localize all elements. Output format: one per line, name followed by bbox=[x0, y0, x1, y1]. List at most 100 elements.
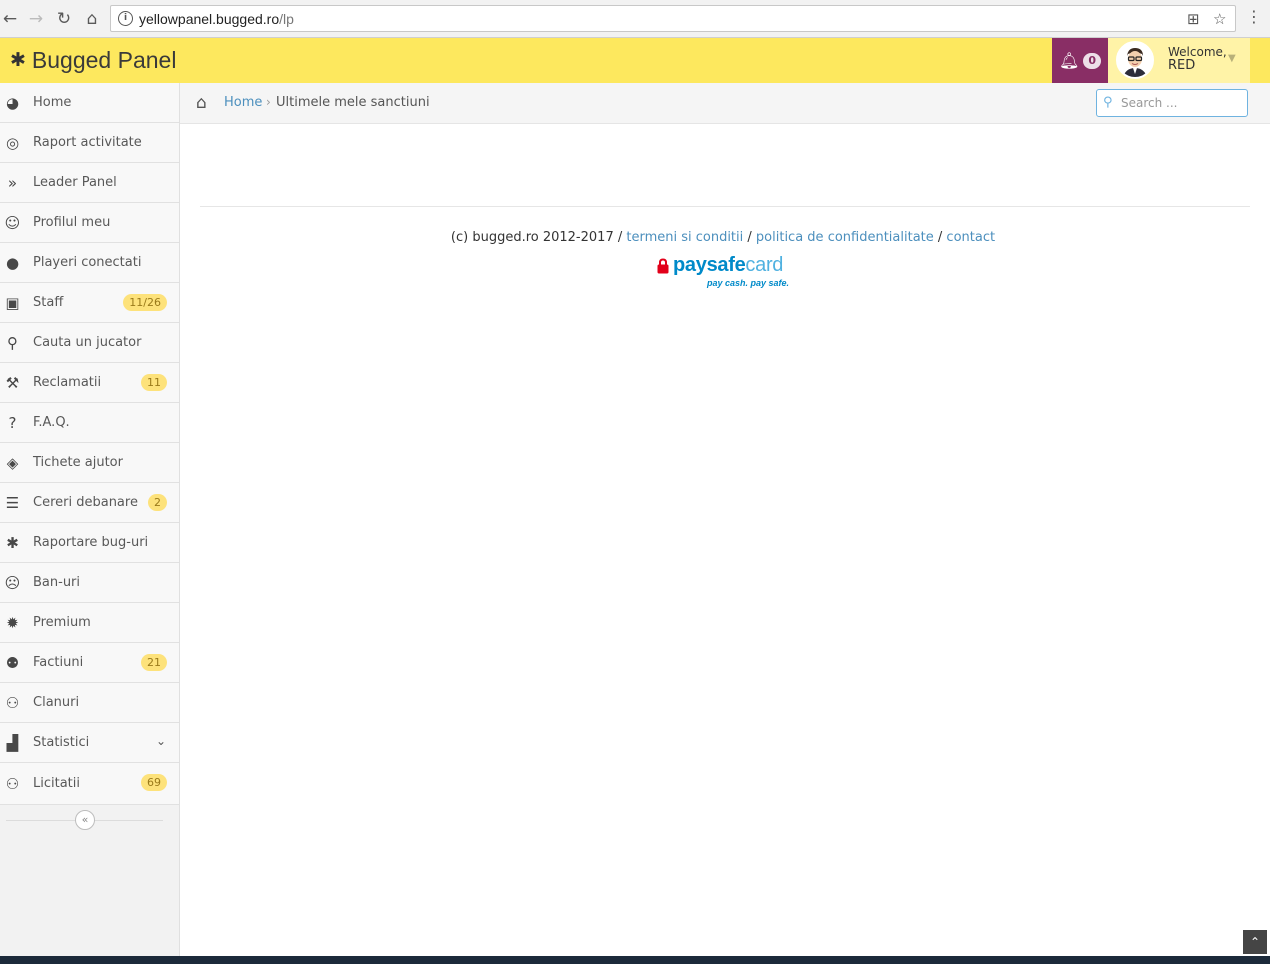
sidebar-item-label: Cereri debanare bbox=[33, 495, 138, 510]
breadcrumb-separator: › bbox=[266, 95, 271, 109]
count-badge: 2 bbox=[148, 494, 167, 511]
paysafecard-logo[interactable]: paysafecard pay cash. pay safe. bbox=[656, 254, 796, 294]
sidebar-item-tichete-ajutor[interactable]: ◈ Tichete ajutor bbox=[0, 443, 179, 483]
address-url[interactable]: yellowpanel.bugged.ro/lp bbox=[139, 11, 294, 27]
browser-home-icon[interactable]: ⌂ bbox=[82, 9, 102, 29]
sidebar-item-label: Factiuni bbox=[33, 655, 84, 670]
notifications-count: 0 bbox=[1083, 52, 1101, 69]
question-icon: ? bbox=[8, 413, 17, 432]
target-icon: ◎ bbox=[5, 133, 20, 152]
forward-arrow-icon[interactable]: → bbox=[26, 9, 46, 29]
certificate-icon: ✹ bbox=[6, 613, 19, 632]
sidebar-item-raport-activitate[interactable]: ◎ Raport activitate bbox=[0, 123, 179, 163]
sidebar-item-factiuni[interactable]: ⚉ Factiuni 21 bbox=[0, 643, 179, 683]
notifications-button[interactable]: 🔔︎ 0 bbox=[1052, 38, 1108, 83]
count-badge: 11/26 bbox=[123, 294, 167, 311]
footer: (c) bugged.ro 2012-2017 / termeni si con… bbox=[200, 230, 1246, 245]
user-icon: ● bbox=[5, 253, 20, 272]
count-badge: 21 bbox=[141, 654, 167, 671]
count-badge: 69 bbox=[141, 774, 167, 791]
sidebar-item-raportare-bug-uri[interactable]: ✱ Raportare bug-uri bbox=[0, 523, 179, 563]
browser-menu-icon[interactable]: ⋮ bbox=[1246, 7, 1262, 26]
tasks-icon: ☰ bbox=[5, 493, 20, 512]
brand[interactable]: ✱ Bugged Panel bbox=[10, 46, 176, 74]
browser-toolbar: ← → ↻ ⌂ i yellowpanel.bugged.ro/lp ⊞ ☆ ⋮ bbox=[0, 0, 1270, 38]
url-path: /lp bbox=[279, 11, 294, 27]
sidebar-item-leader-panel[interactable]: » Leader Panel bbox=[0, 163, 179, 203]
sidebar-item-f-a-q[interactable]: ? F.A.Q. bbox=[0, 403, 179, 443]
double-chevron-left-icon[interactable]: « bbox=[75, 810, 95, 830]
search-input[interactable] bbox=[1121, 94, 1241, 112]
chevron-down-icon[interactable]: ⌄ bbox=[156, 734, 166, 748]
search-box: ⚲ bbox=[1096, 89, 1248, 117]
reload-icon[interactable]: ↻ bbox=[54, 9, 74, 29]
footer-copyright: (c) bugged.ro 2012-2017 / bbox=[450, 230, 627, 245]
sidebar-item-label: Clanuri bbox=[33, 695, 80, 710]
sidebar-item-label: Statistici bbox=[33, 735, 90, 750]
sidebar-item-staff[interactable]: ▣ Staff 11/26 bbox=[0, 283, 179, 323]
address-bar[interactable]: i yellowpanel.bugged.ro/lp ⊞ ☆ bbox=[110, 5, 1236, 32]
paysafecard-tagline: pay cash. pay safe. bbox=[707, 278, 790, 288]
sidebar-item-label: Home bbox=[33, 95, 72, 110]
frown-icon: ☹ bbox=[4, 573, 21, 592]
sidebar-item-label: F.A.Q. bbox=[33, 415, 70, 430]
bookmark-star-icon[interactable]: ☆ bbox=[1213, 10, 1226, 28]
username: RED bbox=[1168, 58, 1196, 73]
back-arrow-icon[interactable]: ← bbox=[0, 9, 20, 29]
footer-sep: / bbox=[743, 230, 756, 245]
avatar bbox=[1116, 41, 1154, 79]
sidebar-item-reclamatii[interactable]: ⚒ Reclamatii 11 bbox=[0, 363, 179, 403]
app-header: ✱ Bugged Panel 🔔︎ 0 Welcome, RED ▼ bbox=[0, 38, 1270, 83]
sidebar-item-statistici[interactable]: ▟ Statistici ⌄ bbox=[0, 723, 179, 763]
signal-icon: ▟ bbox=[6, 733, 19, 752]
sidebar: ◕ Home ◎ Raport activitate » Leader Panel ☺ Pro… bbox=[0, 83, 180, 964]
sidebar-item-cereri-debanare[interactable]: ☰ Cereri debanare 2 bbox=[0, 483, 179, 523]
sidebar-menu: ◕ Home ◎ Raport activitate » Leader Panel ☺ Pro… bbox=[0, 83, 179, 805]
ticket-icon: ◈ bbox=[6, 453, 19, 472]
user-menu[interactable]: Welcome, RED ▼ bbox=[1108, 38, 1250, 83]
gavel-icon: ⚒ bbox=[5, 373, 20, 392]
sidebar-item-label: Leader Panel bbox=[33, 175, 117, 190]
privacy-link[interactable]: politica de confidentialitate bbox=[756, 230, 934, 245]
psc-safe: safe bbox=[706, 254, 746, 276]
breadcrumb-home-link[interactable]: Home bbox=[224, 95, 262, 110]
home-icon: ⌂ bbox=[196, 93, 207, 113]
sidebar-item-cauta-un-jucator[interactable]: ⚲ Cauta un jucator bbox=[0, 323, 179, 363]
sidebar-item-label: Staff bbox=[33, 295, 64, 310]
sidebar-item-label: Tichete ajutor bbox=[33, 455, 123, 470]
sidebar-item-label: Premium bbox=[33, 615, 91, 630]
sitemap-icon: ⚇ bbox=[5, 693, 20, 712]
padlock-icon bbox=[657, 258, 669, 274]
brand-name: Bugged Panel bbox=[31, 46, 177, 73]
double-chevron-right-icon: » bbox=[7, 173, 18, 192]
sidebar-item-label: Raport activitate bbox=[33, 135, 142, 150]
psc-pay: pay bbox=[673, 254, 707, 276]
footer-sep: / bbox=[933, 230, 947, 245]
sidebar-item-label: Profilul meu bbox=[33, 215, 111, 230]
site-info-icon[interactable]: i bbox=[118, 11, 133, 26]
os-taskbar bbox=[0, 956, 1270, 964]
sidebar-item-label: Licitatii bbox=[33, 776, 80, 791]
contact-link[interactable]: contact bbox=[946, 230, 995, 245]
caret-down-icon: ▼ bbox=[1228, 53, 1236, 64]
breadcrumb: ⌂ Home › Ultimele mele sanctiuni ⚲ bbox=[180, 83, 1270, 124]
sidebar-item-label: Raportare bug-uri bbox=[33, 535, 149, 550]
sidebar-collapse: « bbox=[0, 805, 179, 835]
search-icon: ⚲ bbox=[1103, 95, 1113, 110]
sitemap-icon: ⚇ bbox=[5, 774, 20, 793]
url-host: yellowpanel.bugged.ro bbox=[139, 11, 280, 27]
sidebar-item-profilul-meu[interactable]: ☺ Profilul meu bbox=[0, 203, 179, 243]
sidebar-item-playeri-conectati[interactable]: ● Playeri conectati bbox=[0, 243, 179, 283]
bug-icon: ✱ bbox=[6, 533, 19, 552]
sidebar-item-ban-uri[interactable]: ☹ Ban-uri bbox=[0, 563, 179, 603]
sidebar-item-licitatii[interactable]: ⚇ Licitatii 69 bbox=[0, 763, 179, 805]
android-icon: ▣ bbox=[5, 293, 20, 312]
sidebar-item-premium[interactable]: ✹ Premium bbox=[0, 603, 179, 643]
tachometer-icon: ◕ bbox=[5, 93, 20, 112]
terms-link[interactable]: termeni si conditii bbox=[626, 230, 743, 245]
translate-icon[interactable]: ⊞ bbox=[1187, 10, 1200, 28]
footer-divider bbox=[200, 206, 1250, 207]
scroll-top-icon[interactable]: ⌃ bbox=[1243, 930, 1267, 954]
sidebar-item-home[interactable]: ◕ Home bbox=[0, 83, 179, 123]
sidebar-item-clanuri[interactable]: ⚇ Clanuri bbox=[0, 683, 179, 723]
